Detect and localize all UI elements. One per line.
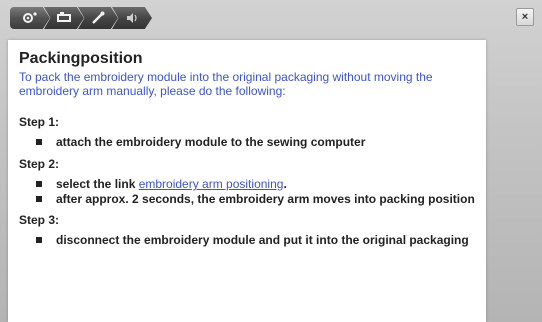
step-1-list: attach the embroidery module to the sewi… bbox=[19, 135, 476, 149]
step-2-item-1-suffix: . bbox=[283, 177, 287, 191]
tab-tools[interactable] bbox=[78, 7, 118, 29]
tab-sound[interactable] bbox=[112, 7, 152, 29]
embroidery-arm-positioning-link[interactable]: embroidery arm positioning bbox=[139, 177, 284, 191]
intro-text: To pack the embroidery module into the o… bbox=[19, 70, 433, 98]
step-1-heading: Step 1: bbox=[19, 115, 60, 129]
step-3-item-1-text: disconnect the embroidery module and put… bbox=[56, 233, 469, 247]
step-2-list: select the link embroidery arm positioni… bbox=[19, 177, 476, 206]
settings-icon bbox=[23, 12, 37, 23]
list-item: after approx. 2 seconds, the embroidery … bbox=[36, 192, 476, 206]
step-2-item-2-text: after approx. 2 seconds, the embroidery … bbox=[56, 192, 475, 206]
close-icon: × bbox=[521, 10, 529, 23]
sound-icon bbox=[127, 13, 137, 23]
step-3-heading: Step 3: bbox=[19, 213, 60, 227]
embroidery-module-icon bbox=[57, 12, 71, 22]
page-title: Packingposition bbox=[19, 50, 143, 67]
bullet-icon bbox=[36, 139, 42, 145]
step-3-list: disconnect the embroidery module and put… bbox=[19, 233, 476, 247]
step-1-item-1-text: attach the embroidery module to the sewi… bbox=[56, 135, 366, 149]
bullet-icon bbox=[36, 237, 42, 243]
close-button[interactable]: × bbox=[516, 8, 534, 26]
step-2-item-1-prefix: select the link bbox=[56, 177, 139, 191]
tab-settings[interactable] bbox=[10, 7, 50, 29]
list-item: disconnect the embroidery module and put… bbox=[36, 233, 476, 247]
tab-bar bbox=[10, 6, 152, 30]
tab-embroidery-module[interactable] bbox=[44, 7, 84, 29]
tool-icon bbox=[92, 11, 105, 24]
help-panel: Packingposition To pack the embroidery m… bbox=[8, 40, 486, 322]
step-2-heading: Step 2: bbox=[19, 157, 60, 171]
bullet-icon bbox=[36, 196, 42, 202]
bullet-icon bbox=[36, 181, 42, 187]
list-item: attach the embroidery module to the sewi… bbox=[36, 135, 476, 149]
list-item: select the link embroidery arm positioni… bbox=[36, 177, 476, 191]
